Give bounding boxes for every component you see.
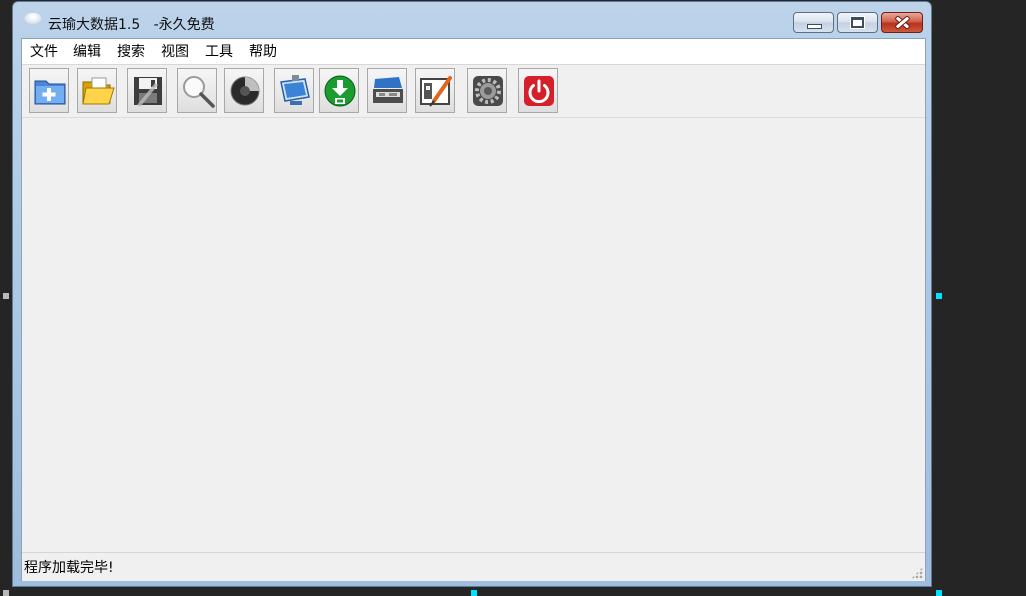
resize-handle-bottom[interactable]	[471, 590, 477, 596]
menu-tools[interactable]: 工具	[205, 43, 233, 61]
toolbar-toolbox-button[interactable]	[367, 68, 407, 113]
menu-file[interactable]: 文件	[30, 43, 58, 61]
new-folder-icon	[34, 80, 66, 105]
toolbar-save-button[interactable]	[127, 68, 167, 113]
menu-help[interactable]: 帮助	[249, 43, 277, 61]
minimize-button[interactable]	[793, 12, 834, 33]
toolbar-search-button[interactable]	[177, 68, 217, 113]
app-window: 云瑜大数据1.5 -永久免费 文件 编辑 搜索 视图 工具 帮助 程序加载完毕!	[12, 1, 932, 587]
size-grip[interactable]	[911, 567, 923, 579]
menu-bar: 文件 编辑 搜索 视图 工具 帮助	[22, 39, 925, 65]
gear-icon	[473, 76, 503, 106]
open-folder-icon	[82, 77, 115, 105]
dark-disc-icon	[230, 76, 260, 106]
menu-edit[interactable]: 编辑	[73, 43, 101, 61]
toolbar-new-button[interactable]	[29, 68, 69, 113]
download-icon	[324, 75, 356, 107]
resize-handle-left[interactable]	[3, 293, 9, 299]
client-area: 文件 编辑 搜索 视图 工具 帮助 程序加载完毕!	[21, 38, 926, 581]
menu-view[interactable]: 视图	[161, 43, 189, 61]
status-text: 程序加载完毕!	[24, 560, 114, 576]
toolbar-disc-button[interactable]	[224, 68, 264, 113]
toolbar-settings-button[interactable]	[467, 68, 507, 113]
toolbox-icon	[373, 77, 403, 103]
maximize-button[interactable]	[837, 12, 878, 33]
toolbar-monitor-button[interactable]	[274, 68, 314, 113]
tools-icon	[420, 76, 452, 107]
monitor-icon	[280, 75, 310, 105]
toolbar	[22, 65, 925, 118]
close-button[interactable]	[881, 12, 923, 33]
toolbar-open-button[interactable]	[77, 68, 117, 113]
resize-handle-bottom-right[interactable]	[936, 590, 942, 596]
save-disk-icon	[134, 77, 162, 107]
window-title: 云瑜大数据1.5 -永久免费	[48, 17, 215, 33]
menu-search[interactable]: 搜索	[117, 43, 145, 61]
toolbar-download-button[interactable]	[319, 68, 359, 113]
magnifier-icon	[183, 76, 215, 108]
main-content-area	[22, 118, 925, 552]
resize-handle-right[interactable]	[936, 293, 942, 299]
toolbar-tools-button[interactable]	[415, 68, 455, 113]
status-bar: 程序加载完毕!	[22, 552, 925, 581]
resize-handle-bottom-left[interactable]	[3, 590, 9, 596]
toolbar-exit-button[interactable]	[518, 68, 558, 113]
power-icon	[524, 76, 554, 106]
app-cloud-icon	[24, 13, 42, 24]
